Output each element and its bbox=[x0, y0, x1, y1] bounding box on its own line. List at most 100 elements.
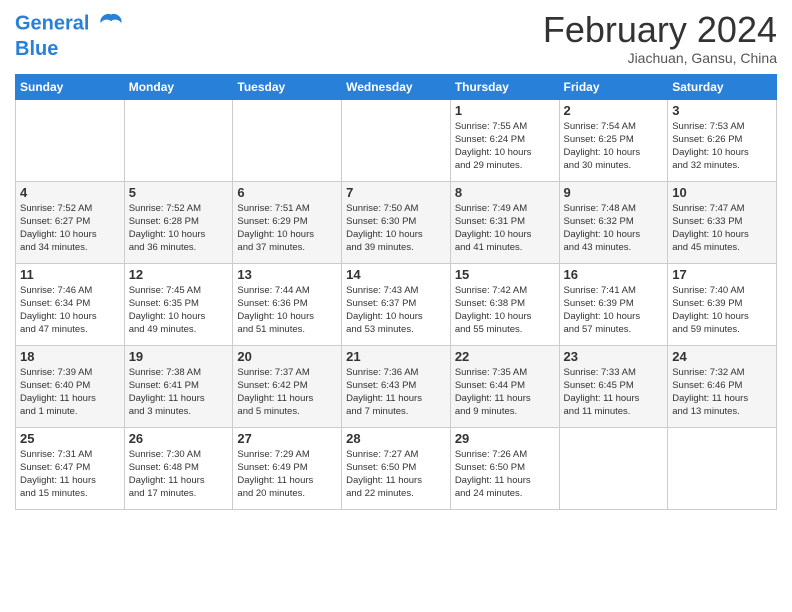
day-number: 19 bbox=[129, 349, 229, 364]
day-number: 14 bbox=[346, 267, 446, 282]
day-number: 2 bbox=[564, 103, 664, 118]
logo-line1: General bbox=[15, 12, 89, 34]
day-info: Sunrise: 7:32 AM Sunset: 6:46 PM Dayligh… bbox=[672, 366, 772, 419]
calendar-cell bbox=[124, 99, 233, 181]
calendar-cell bbox=[559, 427, 668, 509]
day-number: 1 bbox=[455, 103, 555, 118]
day-number: 12 bbox=[129, 267, 229, 282]
calendar-cell: 14Sunrise: 7:43 AM Sunset: 6:37 PM Dayli… bbox=[342, 263, 451, 345]
day-info: Sunrise: 7:35 AM Sunset: 6:44 PM Dayligh… bbox=[455, 366, 555, 419]
calendar-cell: 5 Sunrise: 7:52 AM Sunset: 6:28 PM Daylig… bbox=[124, 181, 233, 263]
calendar-cell: 17Sunrise: 7:40 AM Sunset: 6:39 PM Dayli… bbox=[668, 263, 777, 345]
calendar-cell: 16 Sunrise: 7:41 AM Sunset: 6:39 PM Dayli… bbox=[559, 263, 668, 345]
day-info: Sunrise: 7:41 AM Sunset: 6:39 PM Dayligh… bbox=[564, 284, 664, 337]
day-info: Sunrise: 7:47 AM Sunset: 6:33 PM Dayligh… bbox=[672, 202, 772, 255]
header-thursday: Thursday bbox=[450, 74, 559, 99]
calendar-cell: 20 Sunrise: 7:37 AM Sunset: 6:42 PM Dayli… bbox=[233, 345, 342, 427]
day-number: 20 bbox=[237, 349, 337, 364]
header-sunday: Sunday bbox=[16, 74, 125, 99]
day-info: Sunrise: 7:26 AM Sunset: 6:50 PM Dayligh… bbox=[455, 448, 555, 501]
day-info: Sunrise: 7:31 AM Sunset: 6:47 PM Dayligh… bbox=[20, 448, 120, 501]
calendar-cell: 12 Sunrise: 7:45 AM Sunset: 6:35 PM Dayli… bbox=[124, 263, 233, 345]
calendar-cell: 23 Sunrise: 7:33 AM Sunset: 6:45 PM Dayli… bbox=[559, 345, 668, 427]
calendar-cell: 6 Sunrise: 7:51 AM Sunset: 6:29 PM Daylig… bbox=[233, 181, 342, 263]
day-info: Sunrise: 7:40 AM Sunset: 6:39 PM Dayligh… bbox=[672, 284, 772, 337]
day-number: 6 bbox=[237, 185, 337, 200]
calendar-cell: 11Sunrise: 7:46 AM Sunset: 6:34 PM Dayli… bbox=[16, 263, 125, 345]
day-info: Sunrise: 7:50 AM Sunset: 6:30 PM Dayligh… bbox=[346, 202, 446, 255]
day-number: 18 bbox=[20, 349, 120, 364]
day-info: Sunrise: 7:42 AM Sunset: 6:38 PM Dayligh… bbox=[455, 284, 555, 337]
header-saturday: Saturday bbox=[668, 74, 777, 99]
calendar-cell: 8 Sunrise: 7:49 AM Sunset: 6:31 PM Daylig… bbox=[450, 181, 559, 263]
calendar-cell bbox=[342, 99, 451, 181]
day-number: 3 bbox=[672, 103, 772, 118]
day-number: 23 bbox=[564, 349, 664, 364]
title-block: February 2024 Jiachuan, Gansu, China bbox=[543, 10, 777, 66]
day-number: 15 bbox=[455, 267, 555, 282]
day-info: Sunrise: 7:38 AM Sunset: 6:41 PM Dayligh… bbox=[129, 366, 229, 419]
day-info: Sunrise: 7:53 AM Sunset: 6:26 PM Dayligh… bbox=[672, 120, 772, 173]
day-number: 24 bbox=[672, 349, 772, 364]
day-info: Sunrise: 7:37 AM Sunset: 6:42 PM Dayligh… bbox=[237, 366, 337, 419]
day-info: Sunrise: 7:36 AM Sunset: 6:43 PM Dayligh… bbox=[346, 366, 446, 419]
calendar-cell: 27 Sunrise: 7:29 AM Sunset: 6:49 PM Dayli… bbox=[233, 427, 342, 509]
day-info: Sunrise: 7:54 AM Sunset: 6:25 PM Dayligh… bbox=[564, 120, 664, 173]
week-row-4: 18 Sunrise: 7:39 AM Sunset: 6:40 PM Dayli… bbox=[16, 345, 777, 427]
day-number: 8 bbox=[455, 185, 555, 200]
calendar-cell: 21 Sunrise: 7:36 AM Sunset: 6:43 PM Dayli… bbox=[342, 345, 451, 427]
calendar-cell: 29Sunrise: 7:26 AM Sunset: 6:50 PM Dayli… bbox=[450, 427, 559, 509]
day-info: Sunrise: 7:49 AM Sunset: 6:31 PM Dayligh… bbox=[455, 202, 555, 255]
day-number: 28 bbox=[346, 431, 446, 446]
calendar-cell: 19 Sunrise: 7:38 AM Sunset: 6:41 PM Dayli… bbox=[124, 345, 233, 427]
calendar-cell: 15 Sunrise: 7:42 AM Sunset: 6:38 PM Dayli… bbox=[450, 263, 559, 345]
day-number: 5 bbox=[129, 185, 229, 200]
calendar-cell bbox=[233, 99, 342, 181]
day-number: 21 bbox=[346, 349, 446, 364]
calendar-cell: 4Sunrise: 7:52 AM Sunset: 6:27 PM Daylig… bbox=[16, 181, 125, 263]
day-number: 13 bbox=[237, 267, 337, 282]
day-info: Sunrise: 7:27 AM Sunset: 6:50 PM Dayligh… bbox=[346, 448, 446, 501]
day-number: 16 bbox=[564, 267, 664, 282]
week-row-1: 1 Sunrise: 7:55 AM Sunset: 6:24 PM Daylig… bbox=[16, 99, 777, 181]
calendar-cell: 28 Sunrise: 7:27 AM Sunset: 6:50 PM Dayli… bbox=[342, 427, 451, 509]
day-number: 27 bbox=[237, 431, 337, 446]
day-info: Sunrise: 7:46 AM Sunset: 6:34 PM Dayligh… bbox=[20, 284, 120, 337]
day-number: 25 bbox=[20, 431, 120, 446]
day-number: 10 bbox=[672, 185, 772, 200]
day-number: 22 bbox=[455, 349, 555, 364]
calendar-cell: 10 Sunrise: 7:47 AM Sunset: 6:33 PM Dayli… bbox=[668, 181, 777, 263]
page: General Blue February 2024 Jiachuan, Gan… bbox=[0, 0, 792, 612]
header-row: SundayMondayTuesdayWednesdayThursdayFrid… bbox=[16, 74, 777, 99]
day-info: Sunrise: 7:55 AM Sunset: 6:24 PM Dayligh… bbox=[455, 120, 555, 173]
day-info: Sunrise: 7:48 AM Sunset: 6:32 PM Dayligh… bbox=[564, 202, 664, 255]
day-info: Sunrise: 7:44 AM Sunset: 6:36 PM Dayligh… bbox=[237, 284, 337, 337]
calendar-cell: 22 Sunrise: 7:35 AM Sunset: 6:44 PM Dayli… bbox=[450, 345, 559, 427]
day-number: 26 bbox=[129, 431, 229, 446]
day-number: 7 bbox=[346, 185, 446, 200]
calendar-cell bbox=[668, 427, 777, 509]
logo-bird-icon bbox=[97, 10, 125, 38]
week-row-5: 25 Sunrise: 7:31 AM Sunset: 6:47 PM Dayli… bbox=[16, 427, 777, 509]
logo-line2: Blue bbox=[15, 38, 125, 60]
month-title: February 2024 bbox=[543, 10, 777, 50]
header-wednesday: Wednesday bbox=[342, 74, 451, 99]
calendar-cell: 1 Sunrise: 7:55 AM Sunset: 6:24 PM Daylig… bbox=[450, 99, 559, 181]
calendar-cell: 3 Sunrise: 7:53 AM Sunset: 6:26 PM Daylig… bbox=[668, 99, 777, 181]
header-monday: Monday bbox=[124, 74, 233, 99]
day-info: Sunrise: 7:45 AM Sunset: 6:35 PM Dayligh… bbox=[129, 284, 229, 337]
day-info: Sunrise: 7:52 AM Sunset: 6:28 PM Dayligh… bbox=[129, 202, 229, 255]
day-info: Sunrise: 7:33 AM Sunset: 6:45 PM Dayligh… bbox=[564, 366, 664, 419]
day-number: 9 bbox=[564, 185, 664, 200]
day-info: Sunrise: 7:52 AM Sunset: 6:27 PM Dayligh… bbox=[20, 202, 120, 255]
calendar-table: SundayMondayTuesdayWednesdayThursdayFrid… bbox=[15, 74, 777, 510]
day-info: Sunrise: 7:29 AM Sunset: 6:49 PM Dayligh… bbox=[237, 448, 337, 501]
calendar-cell bbox=[16, 99, 125, 181]
day-info: Sunrise: 7:51 AM Sunset: 6:29 PM Dayligh… bbox=[237, 202, 337, 255]
calendar-cell: 9 Sunrise: 7:48 AM Sunset: 6:32 PM Daylig… bbox=[559, 181, 668, 263]
header-friday: Friday bbox=[559, 74, 668, 99]
day-info: Sunrise: 7:39 AM Sunset: 6:40 PM Dayligh… bbox=[20, 366, 120, 419]
calendar-cell: 7 Sunrise: 7:50 AM Sunset: 6:30 PM Daylig… bbox=[342, 181, 451, 263]
calendar-cell: 13 Sunrise: 7:44 AM Sunset: 6:36 PM Dayli… bbox=[233, 263, 342, 345]
header: General Blue February 2024 Jiachuan, Gan… bbox=[15, 10, 777, 66]
